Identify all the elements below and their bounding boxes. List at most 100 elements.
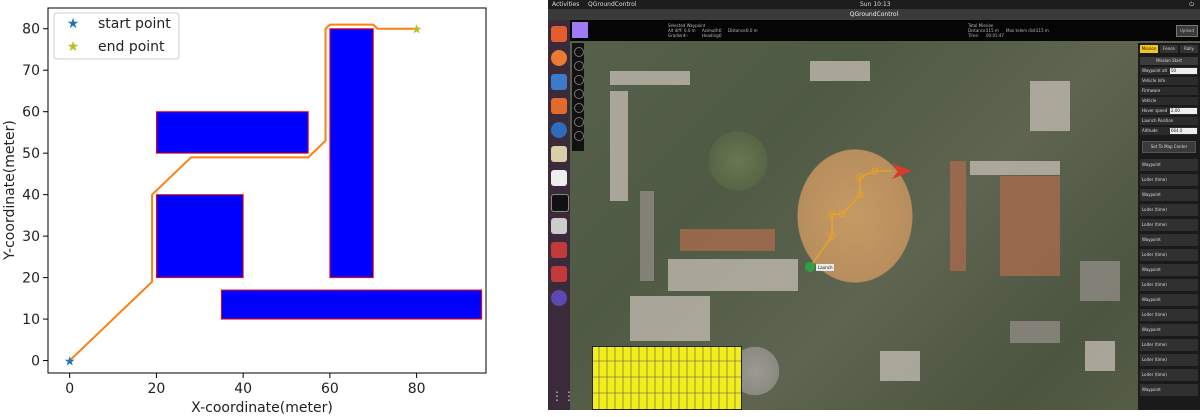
recorder-icon[interactable]	[551, 266, 567, 282]
max-telem-label: Max telem dist:	[1006, 28, 1037, 33]
mission-item[interactable]: Waypoint	[1140, 324, 1198, 336]
obstacle-rect	[220, 289, 483, 320]
satellite-map[interactable]: Launch Mission Fence Rally Mission Start…	[570, 41, 1200, 410]
y-tick-label: 0	[31, 354, 40, 370]
x-tick-label: 0	[65, 381, 74, 397]
mission-item[interactable]: Waypoint	[1140, 294, 1198, 306]
window-title: QGroundControl	[548, 9, 1200, 20]
waypoint-tool-icon[interactable]	[574, 75, 584, 85]
mission-item[interactable]: Loiter (time)	[1140, 249, 1198, 261]
x-axis-label: X-coordinate(meter)	[191, 400, 333, 416]
mission-panel: Mission Fence Rally Mission Start Waypoi…	[1138, 43, 1200, 410]
end-point-marker: ★	[411, 23, 423, 38]
tab-fence[interactable]: Fence	[1160, 45, 1178, 53]
y-tick-label: 60	[22, 105, 40, 121]
mission-item[interactable]: Loiter (time)	[1140, 354, 1198, 366]
mission-item[interactable]: Waypoint	[1140, 264, 1198, 276]
altitude-input[interactable]: 664.0	[1170, 128, 1197, 134]
pattern-tool-icon[interactable]	[574, 89, 584, 99]
max-telem-value: 115 m	[1036, 28, 1049, 33]
y-tick-label: 80	[22, 22, 40, 38]
zoom-tool-icon[interactable]	[574, 131, 584, 141]
y-tick-label: 30	[22, 229, 40, 245]
y-tick-label: 40	[22, 188, 40, 204]
mission-start-header[interactable]: Mission Start	[1140, 57, 1198, 65]
mission-item[interactable]: Waypoint	[1140, 234, 1198, 246]
y-axis-label: Y-coordinate(meter)	[2, 120, 18, 261]
mission-item[interactable]: Loiter (time)	[1140, 369, 1198, 381]
mission-item[interactable]: Loiter (time)	[1140, 204, 1198, 216]
legend-start-star-icon: ★	[67, 16, 80, 32]
distance-value: 0.0 m	[746, 28, 758, 33]
y-tick-label: 50	[22, 146, 40, 162]
upload-button[interactable]: Upload	[1176, 25, 1198, 37]
launch-position-label: Launch Position	[1140, 117, 1198, 125]
vehicle-arrow-icon[interactable]	[892, 163, 912, 179]
path-plot-svg: ★ ★ 0 20 40 60 80 0 10 20 30 40 50 60 70 80 X-coordina…	[2, 7, 487, 416]
help-icon[interactable]	[551, 122, 567, 138]
software-center-icon[interactable]	[551, 98, 567, 114]
center-tool-icon[interactable]	[574, 117, 584, 127]
mission-item[interactable]: Loiter (time)	[1140, 219, 1198, 231]
y-tick-label: 20	[22, 271, 40, 287]
file-tool-icon[interactable]	[574, 47, 584, 57]
system-top-bar: Activities QGroundControl Sun 10:13 ⏻	[548, 0, 1200, 9]
tab-rally[interactable]: Rally	[1180, 45, 1198, 53]
x-tick-label: 60	[321, 381, 339, 397]
plan-view-icon[interactable]	[572, 22, 588, 38]
gradient-value: -.-	[684, 33, 689, 38]
set-to-map-center-button[interactable]: Set To Map Center	[1142, 141, 1196, 153]
app-menu[interactable]: QGroundControl	[588, 0, 636, 9]
vehicle-info-label: Vehicle Info	[1140, 77, 1198, 85]
start-point-marker: ★	[64, 355, 76, 370]
path-plot: ★ ★ 0 20 40 60 80 0 10 20 30 40 50 60 70 80 X-coordina…	[0, 0, 520, 417]
time-value: 00:01:47	[986, 33, 1004, 38]
mission-item[interactable]: Loiter (time)	[1140, 174, 1198, 186]
screenshot-icon[interactable]	[551, 242, 567, 258]
desktop-screenshot: Activities QGroundControl Sun 10:13 ⏻ QG…	[548, 0, 1200, 410]
terminal-icon[interactable]	[551, 194, 569, 212]
x-tick-label: 80	[408, 381, 426, 397]
activities-button[interactable]: Activities	[552, 0, 579, 9]
time-label: Time:	[968, 33, 980, 38]
firmware-label: Firmware	[1140, 87, 1198, 95]
obstacle-rect	[155, 111, 309, 154]
mission-item[interactable]: Waypoint	[1140, 189, 1198, 201]
legend-end-star-icon: ★	[67, 39, 80, 55]
text-editor-icon[interactable]	[551, 146, 567, 162]
launch-label: Launch	[816, 264, 835, 271]
return-tool-icon[interactable]	[574, 103, 584, 113]
launch-marker-icon[interactable]	[805, 262, 815, 272]
heading-value: 0	[719, 33, 722, 38]
mission-item[interactable]: Loiter (time)	[1140, 339, 1198, 351]
show-apps-icon[interactable]: ⋮⋮	[551, 388, 575, 404]
hover-speed-input[interactable]: 2.00	[1170, 108, 1197, 114]
image-viewer-icon[interactable]	[551, 218, 567, 234]
y-tick-label: 70	[22, 63, 40, 79]
plan-tool-strip	[572, 43, 584, 151]
mission-item[interactable]: Waypoint	[1140, 159, 1198, 171]
legend-end-label: end point	[98, 39, 165, 55]
x-tick-label: 20	[148, 381, 166, 397]
mission-stats-overlay	[592, 346, 742, 410]
system-tray-icon[interactable]: ⏻	[1189, 0, 1194, 9]
mission-stats-grid	[593, 347, 741, 409]
obstacle-rect	[155, 194, 244, 279]
heading-label: Heading:	[702, 33, 720, 38]
mission-item[interactable]: Loiter (time)	[1140, 309, 1198, 321]
writer-icon[interactable]	[551, 74, 567, 90]
waypoint-alt-input[interactable]: 50	[1170, 68, 1197, 74]
qgroundcontrol-icon[interactable]	[551, 290, 567, 306]
files-icon[interactable]	[551, 170, 567, 186]
legend-start-label: start point	[98, 16, 171, 32]
mission-item[interactable]: Loiter (time)	[1140, 279, 1198, 291]
firefox-icon[interactable]	[551, 50, 567, 66]
vehicle-label: Vehicle	[1140, 97, 1198, 105]
mission-item[interactable]: Waypoint	[1140, 384, 1198, 396]
obstacle-rect	[329, 28, 374, 279]
system-clock[interactable]: Sun 10:13	[860, 0, 891, 9]
takeoff-tool-icon[interactable]	[574, 61, 584, 71]
ubuntu-dock: ⋮⋮	[548, 20, 575, 410]
chrome-icon[interactable]	[551, 26, 567, 42]
tab-mission[interactable]: Mission	[1140, 45, 1158, 53]
